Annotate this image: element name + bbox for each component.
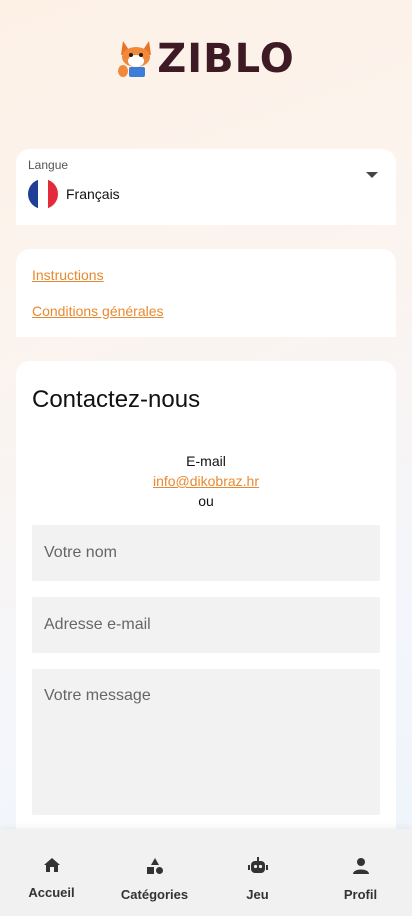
home-icon (43, 857, 61, 873)
email-label: E-mail (186, 453, 226, 469)
person-icon (352, 857, 370, 875)
france-flag-icon (28, 179, 58, 209)
or-text: ou (198, 493, 214, 509)
nav-label: Profil (343, 887, 378, 902)
shapes-icon (146, 857, 164, 875)
logo-text: ZIBLO (157, 36, 295, 82)
robot-icon (247, 857, 268, 875)
message-placeholder: Votre message (44, 687, 151, 704)
fox-icon (118, 41, 152, 77)
instructions-link[interactable]: Instructions (32, 267, 104, 283)
name-placeholder: Votre nom (44, 544, 117, 561)
app-logo: ZIBLO (0, 36, 412, 82)
nav-item-jeu[interactable]: Jeu (206, 829, 309, 916)
language-selected-row[interactable]: Français (28, 179, 120, 209)
nav-item-categories[interactable]: Catégories (103, 829, 206, 916)
nav-label: Accueil (28, 885, 75, 900)
links-section: Instructions Conditions générales (16, 249, 396, 337)
email-block: E-mail info@dikobraz.hr ou (16, 451, 396, 511)
language-selector[interactable]: Langue Français (16, 149, 396, 225)
message-field[interactable]: Votre message (32, 669, 380, 815)
contact-title: Contactez-nous (32, 386, 201, 413)
email-link[interactable]: info@dikobraz.hr (16, 471, 396, 491)
bottom-nav: Accueil Catégories Jeu Profil (0, 829, 412, 916)
terms-link[interactable]: Conditions générales (32, 303, 164, 319)
chevron-down-icon[interactable] (366, 172, 378, 178)
nav-item-accueil[interactable]: Accueil (0, 829, 103, 916)
name-field[interactable]: Votre nom (32, 525, 380, 581)
nav-label: Jeu (246, 887, 269, 902)
email-placeholder: Adresse e-mail (44, 616, 151, 633)
contact-section: Contactez-nous E-mail info@dikobraz.hr o… (16, 361, 396, 841)
language-selected-value: Français (66, 186, 120, 202)
nav-label: Catégories (120, 887, 189, 902)
language-label: Langue (28, 158, 69, 172)
email-field[interactable]: Adresse e-mail (32, 597, 380, 653)
nav-item-profil[interactable]: Profil (309, 829, 412, 916)
